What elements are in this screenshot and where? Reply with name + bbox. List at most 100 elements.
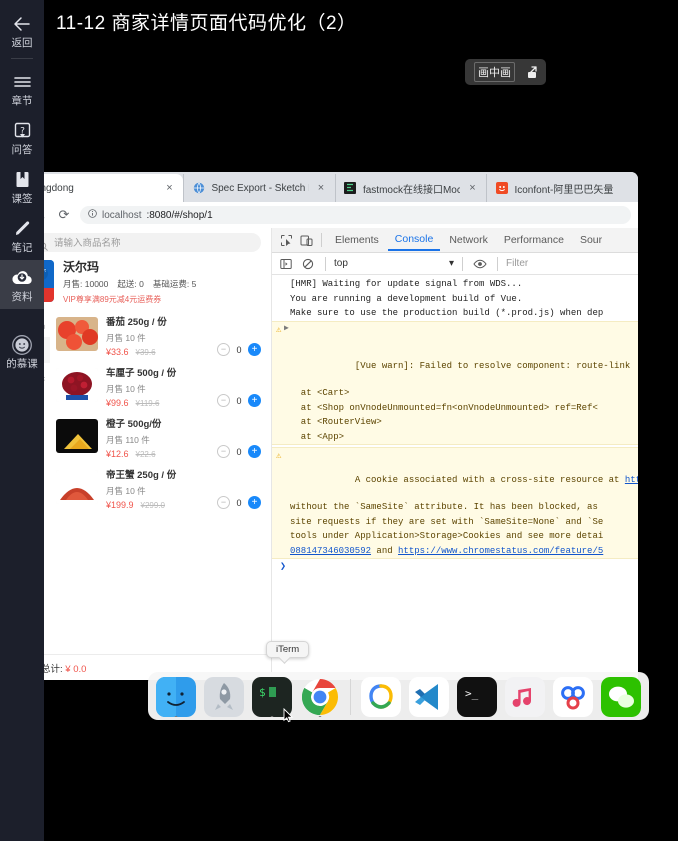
fastmock-icon bbox=[344, 182, 357, 195]
tab-console[interactable]: Console bbox=[387, 229, 441, 251]
sidebar-item-qa[interactable]: ? 问答 bbox=[0, 113, 44, 162]
close-icon[interactable]: × bbox=[315, 182, 327, 194]
console-context-select[interactable]: top ▾ bbox=[334, 258, 454, 269]
product-row[interactable]: 橙子 500g/份 月售 110 件 ¥12.6 ¥22.6 − 0 + bbox=[52, 413, 265, 464]
back-arrow-icon bbox=[12, 13, 32, 35]
dock-item-launchpad[interactable] bbox=[204, 677, 244, 717]
quantity-value: 0 bbox=[236, 395, 242, 406]
tab-performance[interactable]: Performance bbox=[497, 230, 571, 250]
product-list: 番茄 250g / 份 月售 10 件 ¥33.6 ¥39.6 − 0 + 车厘… bbox=[50, 311, 271, 651]
shop-body: 全部商品 秒杀 新鲜水果 番茄 250g / bbox=[4, 311, 271, 651]
search-input[interactable]: 请输入商品名称 bbox=[30, 232, 261, 252]
quantity-stepper: − 0 + bbox=[217, 343, 261, 356]
product-price: ¥33.6 bbox=[106, 347, 129, 357]
sidebar-label-materials: 资料 bbox=[11, 291, 33, 303]
browser-reload-button[interactable]: ⟳ bbox=[57, 207, 71, 223]
console-sidebar-icon[interactable] bbox=[277, 255, 295, 273]
increase-quantity-button[interactable]: + bbox=[248, 496, 261, 509]
product-old-price: ¥22.6 bbox=[135, 450, 156, 459]
console-warning-cont: at <Cart> bbox=[272, 386, 638, 401]
expand-pip-icon bbox=[523, 65, 537, 79]
product-row[interactable]: 车厘子 500g / 份 月售 10 件 ¥99.6 ¥119.6 − 0 + bbox=[52, 362, 265, 413]
product-name: 橙子 500g/份 bbox=[106, 419, 162, 430]
console-link[interactable]: http://d bbox=[625, 475, 638, 485]
tab-sources[interactable]: Sour bbox=[573, 230, 609, 250]
browser-tabstrip: jingdong × Spec Export - Sketch Measure … bbox=[4, 172, 638, 202]
live-expression-icon[interactable] bbox=[471, 255, 489, 273]
product-thumbnail bbox=[56, 419, 98, 453]
dock-divider bbox=[350, 679, 351, 715]
shop-meta-sold: 月售: 10000 bbox=[63, 279, 109, 289]
decrease-quantity-button[interactable]: − bbox=[217, 394, 230, 407]
product-thumbnail bbox=[56, 368, 98, 402]
sidebar-label-qa: 问答 bbox=[11, 144, 33, 156]
product-name: 帝王蟹 250g / 份 bbox=[106, 470, 177, 481]
browser-tab-fastmock[interactable]: fastmock在线接口Mock平台 × bbox=[334, 174, 487, 202]
console-message: [HMR] Waiting for update signal from WDS… bbox=[290, 279, 523, 289]
dock-item-chrome[interactable] bbox=[300, 677, 340, 717]
picture-in-picture-button[interactable]: 画中画 bbox=[465, 59, 546, 85]
clear-console-icon[interactable] bbox=[299, 255, 317, 273]
console-message: You are running a development build of V… bbox=[290, 293, 523, 304]
browser-tab-spec-export[interactable]: Spec Export - Sketch Measure × bbox=[183, 174, 335, 202]
inspect-element-icon[interactable] bbox=[277, 231, 295, 249]
decrease-quantity-button[interactable]: − bbox=[217, 343, 230, 356]
increase-quantity-button[interactable]: + bbox=[248, 445, 261, 458]
dock-item-music[interactable] bbox=[505, 677, 545, 717]
console-warning-cont: 088147346030592 and https://www.chromest… bbox=[272, 543, 638, 559]
toolbar-separator bbox=[462, 256, 463, 271]
product-row[interactable]: 帝王蟹 250g / 份 月售 10 件 ¥199.9 ¥299.0 − 0 + bbox=[52, 464, 265, 515]
dock-item-gitee[interactable] bbox=[361, 677, 401, 717]
shop-header: Walmart 沃尔玛 京东到家 沃尔玛 月售: 10000 起送: 0 基础运… bbox=[4, 256, 271, 311]
close-icon[interactable]: × bbox=[163, 182, 175, 194]
console-toolbar: top ▾ Filter bbox=[272, 253, 638, 275]
sidebar-item-back[interactable]: 返回 bbox=[0, 6, 44, 55]
dock-item-wechat[interactable] bbox=[601, 677, 641, 717]
dock-item-terminal[interactable]: >_ bbox=[457, 677, 497, 717]
svg-text:$: $ bbox=[259, 686, 266, 699]
dock-item-finder[interactable] bbox=[156, 677, 196, 717]
device-toolbar-icon[interactable] bbox=[297, 231, 315, 249]
quantity-value: 0 bbox=[236, 446, 242, 457]
expand-arrow-icon[interactable]: ▶ bbox=[284, 323, 289, 336]
sidebar-label-back: 返回 bbox=[11, 37, 33, 49]
pencil-icon bbox=[13, 218, 32, 240]
sidebar-item-chapters[interactable]: 章节 bbox=[0, 64, 44, 113]
address-bar[interactable]: localhost:8080/#/shop/1 bbox=[80, 206, 631, 224]
dock-item-baidu-netdisk[interactable] bbox=[553, 677, 593, 717]
sidebar-label-chapters: 章节 bbox=[11, 95, 33, 107]
tab-title: fastmock在线接口Mock平台 bbox=[362, 184, 461, 196]
console-prompt[interactable]: ❯ bbox=[272, 559, 638, 578]
product-row[interactable]: 番茄 250g / 份 月售 10 件 ¥33.6 ¥39.6 − 0 + bbox=[52, 311, 265, 362]
info-circle-icon[interactable] bbox=[88, 209, 97, 221]
sidebar-item-notes[interactable]: 笔记 bbox=[0, 211, 44, 260]
chrome-browser-window: jingdong × Spec Export - Sketch Measure … bbox=[4, 172, 638, 680]
dock-item-vscode[interactable] bbox=[409, 677, 449, 717]
console-filter-input[interactable]: Filter bbox=[506, 258, 528, 269]
tab-elements[interactable]: Elements bbox=[328, 230, 386, 250]
running-indicator bbox=[270, 716, 274, 717]
console-link[interactable]: https://www.chromestatus.com/feature/5 bbox=[398, 546, 603, 556]
console-context-value: top bbox=[334, 258, 348, 269]
console-warning-text: [Vue warn]: Failed to resolve component:… bbox=[354, 361, 631, 371]
iconfont-icon bbox=[495, 182, 508, 195]
browser-tab-iconfont[interactable]: Iconfont-阿里巴巴矢量 bbox=[486, 174, 638, 202]
sidebar-item-materials[interactable]: 资料 bbox=[0, 260, 44, 309]
decrease-quantity-button[interactable]: − bbox=[217, 496, 230, 509]
console-message: Make sure to use the production build (*… bbox=[290, 308, 604, 318]
shop-meta-min: 起送: 0 bbox=[117, 279, 144, 289]
product-price: ¥199.9 bbox=[106, 500, 134, 510]
console-warning-cont: site requests if they are set with `Same… bbox=[272, 514, 638, 529]
sidebar-item-mymooc[interactable]: 的慕课 bbox=[0, 327, 44, 376]
tab-network[interactable]: Network bbox=[442, 230, 495, 250]
increase-quantity-button[interactable]: + bbox=[248, 343, 261, 356]
decrease-quantity-button[interactable]: − bbox=[217, 445, 230, 458]
globe-icon bbox=[192, 182, 205, 195]
sidebar-item-bookmark[interactable]: 课签 bbox=[0, 162, 44, 211]
increase-quantity-button[interactable]: + bbox=[248, 394, 261, 407]
devtools-tabbar: Elements Console Network Performance Sou… bbox=[272, 228, 638, 253]
sidebar-divider bbox=[11, 58, 33, 59]
tab-title: jingdong bbox=[36, 182, 74, 194]
console-link[interactable]: 088147346030592 bbox=[290, 546, 371, 556]
close-icon[interactable]: × bbox=[466, 182, 478, 194]
